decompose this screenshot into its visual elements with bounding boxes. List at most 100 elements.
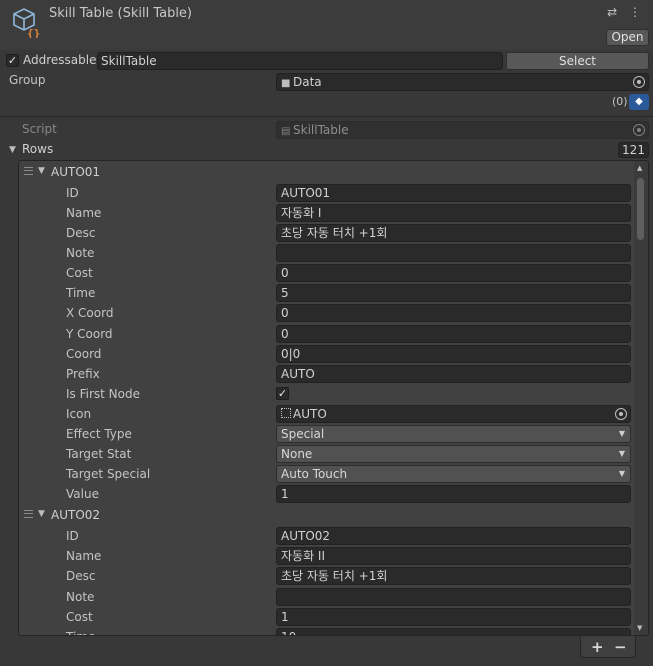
property-label: Coord: [66, 346, 102, 361]
property-label: ID: [66, 529, 79, 544]
property-row: Icon AUTO: [19, 404, 635, 424]
label-tag-icon[interactable]: ◆: [629, 94, 649, 110]
property-label: Time: [66, 630, 95, 635]
property-row: Target Special Auto Touch ▼: [19, 464, 635, 484]
enum-dropdown[interactable]: Auto Touch ▼: [276, 465, 631, 484]
asset-title: Skill Table (Skill Table): [49, 6, 193, 21]
scroll-up-icon[interactable]: ▲: [637, 164, 642, 172]
property-row: Cost 0: [19, 263, 635, 283]
text-field[interactable]: [276, 244, 631, 263]
scroll-down-icon[interactable]: ▼: [637, 624, 642, 632]
dropdown-value: None: [281, 447, 313, 462]
property-label: X Coord: [66, 306, 114, 321]
addressable-label: Addressable: [23, 53, 97, 67]
vertical-scrollbar[interactable]: ▲ ▼: [634, 161, 648, 635]
text-field[interactable]: 0|0: [276, 344, 631, 363]
select-button[interactable]: Select: [506, 52, 649, 70]
chevron-down-icon: ▼: [618, 429, 625, 438]
property-row: Desc 초당 자동 터치 +1회: [19, 223, 635, 243]
rows-label: Rows: [22, 142, 54, 156]
dropdown-value: Special: [281, 427, 325, 441]
property-label: Value: [66, 487, 99, 502]
text-field[interactable]: 초당 자동 터치 +1회: [276, 567, 631, 586]
address-input[interactable]: SkillTable: [97, 52, 503, 70]
property-row: Coord 0|0: [19, 344, 635, 364]
property-label: Note: [66, 246, 95, 261]
text-field[interactable]: 초당 자동 터치 +1회: [276, 224, 631, 242]
group-row: Group ■ Data: [0, 73, 653, 91]
text-field[interactable]: [276, 587, 631, 606]
text-field[interactable]: 5: [276, 284, 631, 303]
rows-size-field[interactable]: 121: [618, 142, 649, 158]
checkbox[interactable]: ✓: [276, 386, 289, 400]
labels-count: (0): [612, 95, 628, 108]
object-picker-icon: [633, 124, 645, 136]
text-field[interactable]: 0: [276, 264, 631, 283]
text-field[interactable]: 0: [276, 304, 631, 323]
divider: [0, 116, 653, 117]
open-button[interactable]: Open: [606, 29, 649, 46]
enum-dropdown[interactable]: Special ▼: [276, 425, 631, 443]
property-row: Time 5: [19, 283, 635, 303]
add-element-button[interactable]: +: [591, 638, 604, 656]
property-row: ID AUTO01: [19, 183, 635, 203]
list-element[interactable]: ▼ AUTO01: [19, 162, 635, 182]
fold-down-icon[interactable]: ▼: [38, 509, 45, 519]
drag-handle-icon[interactable]: [24, 167, 33, 175]
drag-handle-icon[interactable]: [24, 510, 33, 519]
property-row: ID AUTO02: [19, 526, 635, 546]
object-picker-icon[interactable]: [633, 76, 645, 88]
property-label: Cost: [66, 609, 93, 624]
script-row: Script ▤ SkillTable: [0, 121, 653, 139]
text-field[interactable]: 자동화 II: [276, 547, 631, 566]
addressable-checkbox[interactable]: ✓: [6, 54, 19, 67]
text-field[interactable]: AUTO01: [276, 183, 631, 202]
property-row: Y Coord 0: [19, 324, 635, 344]
property-row: Cost 1: [19, 607, 635, 627]
dropdown-value: Auto Touch: [281, 467, 348, 482]
header-settings-icon[interactable]: ⇄ ⋮: [607, 5, 645, 19]
property-label: Time: [66, 286, 96, 301]
property-label: Note: [66, 589, 95, 604]
group-value: Data: [293, 75, 322, 89]
scrollbar-thumb[interactable]: [637, 178, 644, 240]
element-name: AUTO01: [51, 165, 101, 179]
property-label: Name: [66, 549, 102, 564]
group-field[interactable]: ■ Data: [276, 73, 649, 91]
property-label: Cost: [66, 266, 93, 281]
object-picker-icon[interactable]: [615, 407, 627, 420]
rows-header[interactable]: ▼ Rows 121: [0, 141, 653, 159]
property-row: Effect Type Special ▼: [19, 424, 635, 444]
addressable-row: ✓ Addressable SkillTable Select: [0, 52, 653, 70]
fold-down-icon[interactable]: ▼: [9, 145, 16, 155]
text-field[interactable]: AUTO02: [276, 527, 631, 546]
property-label: Effect Type: [66, 427, 132, 441]
inspector-header: {} Skill Table (Skill Table) ⇄ ⋮ Open: [0, 0, 653, 50]
text-field[interactable]: 자동화 I: [276, 203, 631, 222]
property-label: Icon: [66, 406, 92, 421]
text-field[interactable]: 10: [276, 627, 631, 635]
property-row: Desc 초당 자동 터치 +1회: [19, 566, 635, 586]
property-label: ID: [66, 185, 79, 200]
script-label: Script: [22, 122, 57, 136]
text-field[interactable]: 1: [276, 607, 631, 626]
chevron-down-icon: ▼: [618, 469, 625, 479]
svg-text:{}: {}: [27, 27, 40, 38]
fold-down-icon[interactable]: ▼: [38, 166, 45, 176]
labels-row: (0) ◆: [0, 94, 653, 110]
sprite-field[interactable]: AUTO: [276, 404, 631, 423]
property-label: Target Special: [66, 467, 151, 482]
list-element[interactable]: ▼ AUTO02: [19, 505, 635, 525]
rows-list: ▲ ▼ ▼ AUTO01 ID AUTO01 Name 자동화 I Desc 초당 자동 터치…: [18, 160, 649, 636]
enum-dropdown[interactable]: None ▼: [276, 445, 631, 464]
text-field[interactable]: 0: [276, 324, 631, 343]
property-row: Is First Node ✓: [19, 384, 635, 404]
text-field[interactable]: 1: [276, 485, 631, 504]
text-field[interactable]: AUTO: [276, 364, 631, 383]
script-file-icon: ▤: [281, 126, 291, 137]
property-label: Target Stat: [66, 447, 132, 462]
property-row: Note: [19, 587, 635, 607]
property-row: Name 자동화 I: [19, 203, 635, 223]
property-row: Target Stat None ▼: [19, 444, 635, 464]
remove-element-button[interactable]: −: [614, 638, 627, 656]
